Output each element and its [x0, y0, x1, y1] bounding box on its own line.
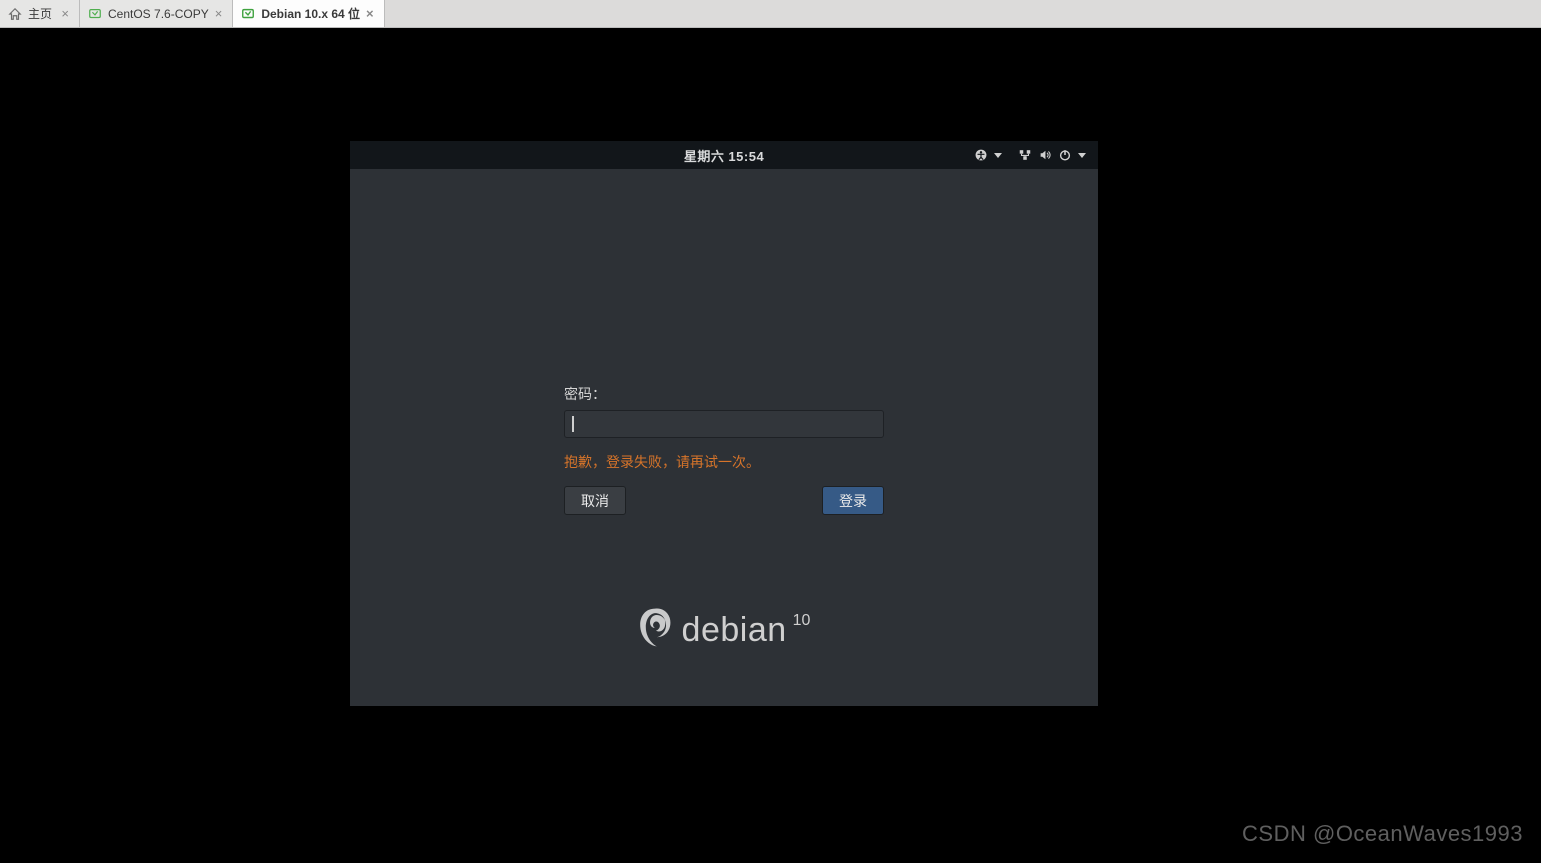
cancel-button[interactable]: 取消 — [564, 486, 626, 515]
login-button[interactable]: 登录 — [822, 486, 884, 515]
button-row: 取消 登录 — [564, 486, 884, 515]
vm-icon — [241, 7, 255, 21]
tab-debian[interactable]: Debian 10.x 64 位 × — [233, 0, 384, 27]
power-icon — [1058, 148, 1072, 162]
login-error-message: 抱歉，登录失败，请再试一次。 — [564, 452, 884, 472]
debian-brand: debian 10 — [350, 605, 1098, 656]
close-icon[interactable]: × — [215, 7, 223, 20]
gdm-top-panel: 星期六 15:54 — [350, 141, 1098, 169]
text-cursor — [572, 416, 574, 432]
panel-status-area — [970, 141, 1090, 169]
tab-home[interactable]: 主页 × — [0, 0, 80, 27]
tab-label: 主页 — [28, 5, 52, 22]
chevron-down-icon — [994, 153, 1002, 158]
password-input[interactable] — [564, 410, 884, 438]
brand-name: debian — [682, 611, 787, 650]
close-icon[interactable]: × — [61, 7, 69, 20]
watermark: CSDN @OceanWaves1993 — [1242, 821, 1523, 847]
tab-label: CentOS 7.6-COPY — [108, 7, 209, 21]
login-form: 密码： 抱歉，登录失败，请再试一次。 取消 登录 — [564, 384, 884, 515]
vmware-tab-bar: 主页 × CentOS 7.6-COPY × Debian 10.x 64 位 … — [0, 0, 1541, 28]
password-label: 密码： — [564, 384, 884, 404]
system-menu[interactable] — [1014, 146, 1090, 164]
chevron-down-icon — [1078, 153, 1086, 158]
vm-icon — [88, 7, 102, 21]
debian-swirl-icon — [636, 605, 674, 656]
tab-centos[interactable]: CentOS 7.6-COPY × — [80, 0, 233, 27]
close-icon[interactable]: × — [366, 7, 374, 20]
accessibility-menu[interactable] — [970, 146, 1006, 164]
brand-version: 10 — [793, 612, 811, 630]
vm-viewport[interactable]: 星期六 15:54 — [0, 28, 1541, 863]
tab-label: Debian 10.x 64 位 — [261, 5, 360, 22]
accessibility-icon — [974, 148, 988, 162]
volume-icon — [1038, 148, 1052, 162]
network-icon — [1018, 148, 1032, 162]
guest-screen[interactable]: 星期六 15:54 — [350, 141, 1098, 706]
home-icon — [8, 7, 22, 21]
password-field-wrap — [564, 410, 884, 438]
